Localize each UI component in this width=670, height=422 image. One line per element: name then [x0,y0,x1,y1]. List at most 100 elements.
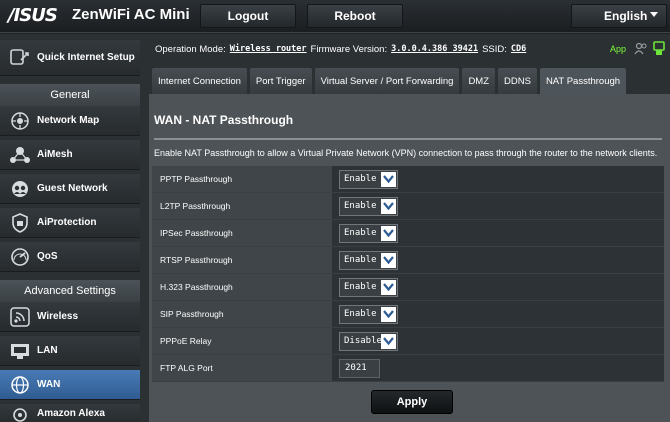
ftp-alg-port-input[interactable]: 2021 [339,358,380,378]
sidebar-item-label: AiProtection [37,217,97,228]
table-row: PPTP Passthrough Enable [152,166,664,193]
lan-icon [9,340,31,362]
aimesh-icon [9,144,31,166]
sidebar-item-label: WAN [37,379,61,390]
ipsec-label: IPSec Passthrough [152,220,332,246]
guest-network-icon [9,178,31,200]
tab-internet-connection[interactable]: Internet Connection [152,68,247,94]
select-value: Enable [344,255,377,265]
chevron-down-icon [381,225,396,241]
tab-virtual-server[interactable]: Virtual Server / Port Forwarding [314,68,460,94]
pppoe-relay-label: PPPoE Relay [152,328,332,354]
select-value: Enable [344,309,377,319]
setting-value-cell: Enable [332,274,664,300]
passthrough-settings-table: PPTP Passthrough Enable L2TP Passthrough… [152,166,664,382]
select-value: Enable [344,201,377,211]
setting-value-cell: Enable [332,220,664,246]
asus-logo: /ISUS [8,5,58,26]
setting-value-cell: Enable [332,193,664,219]
setting-value-cell: Disable [332,328,664,354]
sidebar-item-label: Guest Network [37,183,108,194]
qos-icon [9,246,31,268]
table-row: SIP Passthrough Enable [152,301,664,328]
page-title: WAN - NAT Passthrough [154,113,294,127]
sidebar-item-label: Amazon Alexa [37,408,105,419]
sidebar-item-amazon-alexa[interactable]: Amazon Alexa [0,404,140,422]
tab-port-trigger[interactable]: Port Trigger [249,68,312,94]
select-value: Enable [344,174,377,184]
wireless-icon [9,306,31,328]
sidebar-item-label: Wireless [37,311,79,322]
table-row: IPSec Passthrough Enable [152,220,664,247]
wan-icon [9,374,31,396]
status-bar: Operation Mode: Wireless router Firmware… [149,34,670,64]
ftp-alg-port-label: FTP ALG Port [152,355,332,381]
firmware-version-link[interactable]: 3.0.0.4.386_39421 [391,44,478,54]
h323-label: H.323 Passthrough [152,274,332,300]
ssid-link[interactable]: CD6 [511,44,526,54]
product-name: ZenWiFi AC Mini [72,6,190,23]
rtsp-select[interactable]: Enable [339,250,398,270]
sidebar-item-wan[interactable]: WAN [0,370,140,400]
logout-button[interactable]: Logout [200,4,296,28]
sidebar-item-quick-internet-setup[interactable]: Quick Internet Setup [0,40,140,76]
pppoe-relay-select[interactable]: Disable [339,331,398,351]
sidebar: Quick Internet Setup General Network Map… [0,34,149,422]
apply-button[interactable]: Apply [371,390,453,414]
sidebar-item-label: Quick Internet Setup [37,52,135,63]
app-link[interactable]: App [610,44,626,54]
operation-mode-link[interactable]: Wireless router [230,44,307,54]
chevron-down-icon [381,171,396,187]
setting-value-cell: Enable [332,247,664,273]
sidebar-item-label: Network Map [37,115,100,126]
tab-ddns[interactable]: DDNS [498,68,537,94]
tab-bar: Internet Connection Port Trigger Virtual… [149,64,670,94]
table-row: H.323 Passthrough Enable [152,274,664,301]
tab-nat-passthrough[interactable]: NAT Passthrough [539,68,627,94]
firmware-label: Firmware Version: [310,43,388,55]
chevron-down-icon [381,198,396,214]
alexa-icon [9,408,31,422]
aiprotection-icon [9,212,31,234]
sidebar-item-label: LAN [37,345,58,356]
tab-dmz[interactable]: DMZ [462,68,496,94]
page-description: Enable NAT Passthrough to allow a Virtua… [154,148,658,158]
table-row: RTSP Passthrough Enable [152,247,664,274]
setting-value-cell: Enable [332,301,664,327]
language-label: English [604,9,648,23]
table-row: PPPoE Relay Disable [152,328,664,355]
sidebar-item-guest-network[interactable]: Guest Network [0,174,140,204]
chevron-down-icon [381,252,396,268]
general-section-header: General [0,84,140,106]
sidebar-item-wireless[interactable]: Wireless [0,302,140,332]
table-row: FTP ALG Port 2021 [152,355,664,382]
sidebar-item-label: QoS [37,251,58,262]
sip-select[interactable]: Enable [339,304,398,324]
select-value: Enable [344,228,377,238]
l2tp-select[interactable]: Enable [339,196,398,216]
setting-value-cell: Enable [332,166,664,192]
sidebar-item-aimesh[interactable]: AiMesh [0,140,140,170]
chevron-down-icon [381,333,396,349]
sip-label: SIP Passthrough [152,301,332,327]
l2tp-label: L2TP Passthrough [152,193,332,219]
sidebar-item-network-map[interactable]: Network Map [0,106,140,136]
operation-mode-label: Operation Mode: [155,43,226,55]
chevron-down-icon [381,279,396,295]
select-value: Enable [344,282,377,292]
pptp-select[interactable]: Enable [339,169,398,189]
advanced-settings-header: Advanced Settings [0,280,140,302]
h323-select[interactable]: Enable [339,277,398,297]
ipsec-select[interactable]: Enable [339,223,398,243]
reboot-button[interactable]: Reboot [307,4,403,28]
language-select[interactable]: English [571,4,667,28]
sidebar-item-aiprotection[interactable]: AiProtection [0,208,140,238]
router-admin-window: /ISUS ZenWiFi AC Mini Logout Reboot Engl… [0,0,670,422]
rtsp-label: RTSP Passthrough [152,247,332,273]
sidebar-item-lan[interactable]: LAN [0,336,140,366]
main-panel: WAN - NAT Passthrough Enable NAT Passthr… [149,94,670,422]
sidebar-item-qos[interactable]: QoS [0,242,140,272]
table-row: L2TP Passthrough Enable [152,193,664,220]
usb-status-icon[interactable] [652,41,666,59]
users-icon[interactable] [634,42,648,58]
